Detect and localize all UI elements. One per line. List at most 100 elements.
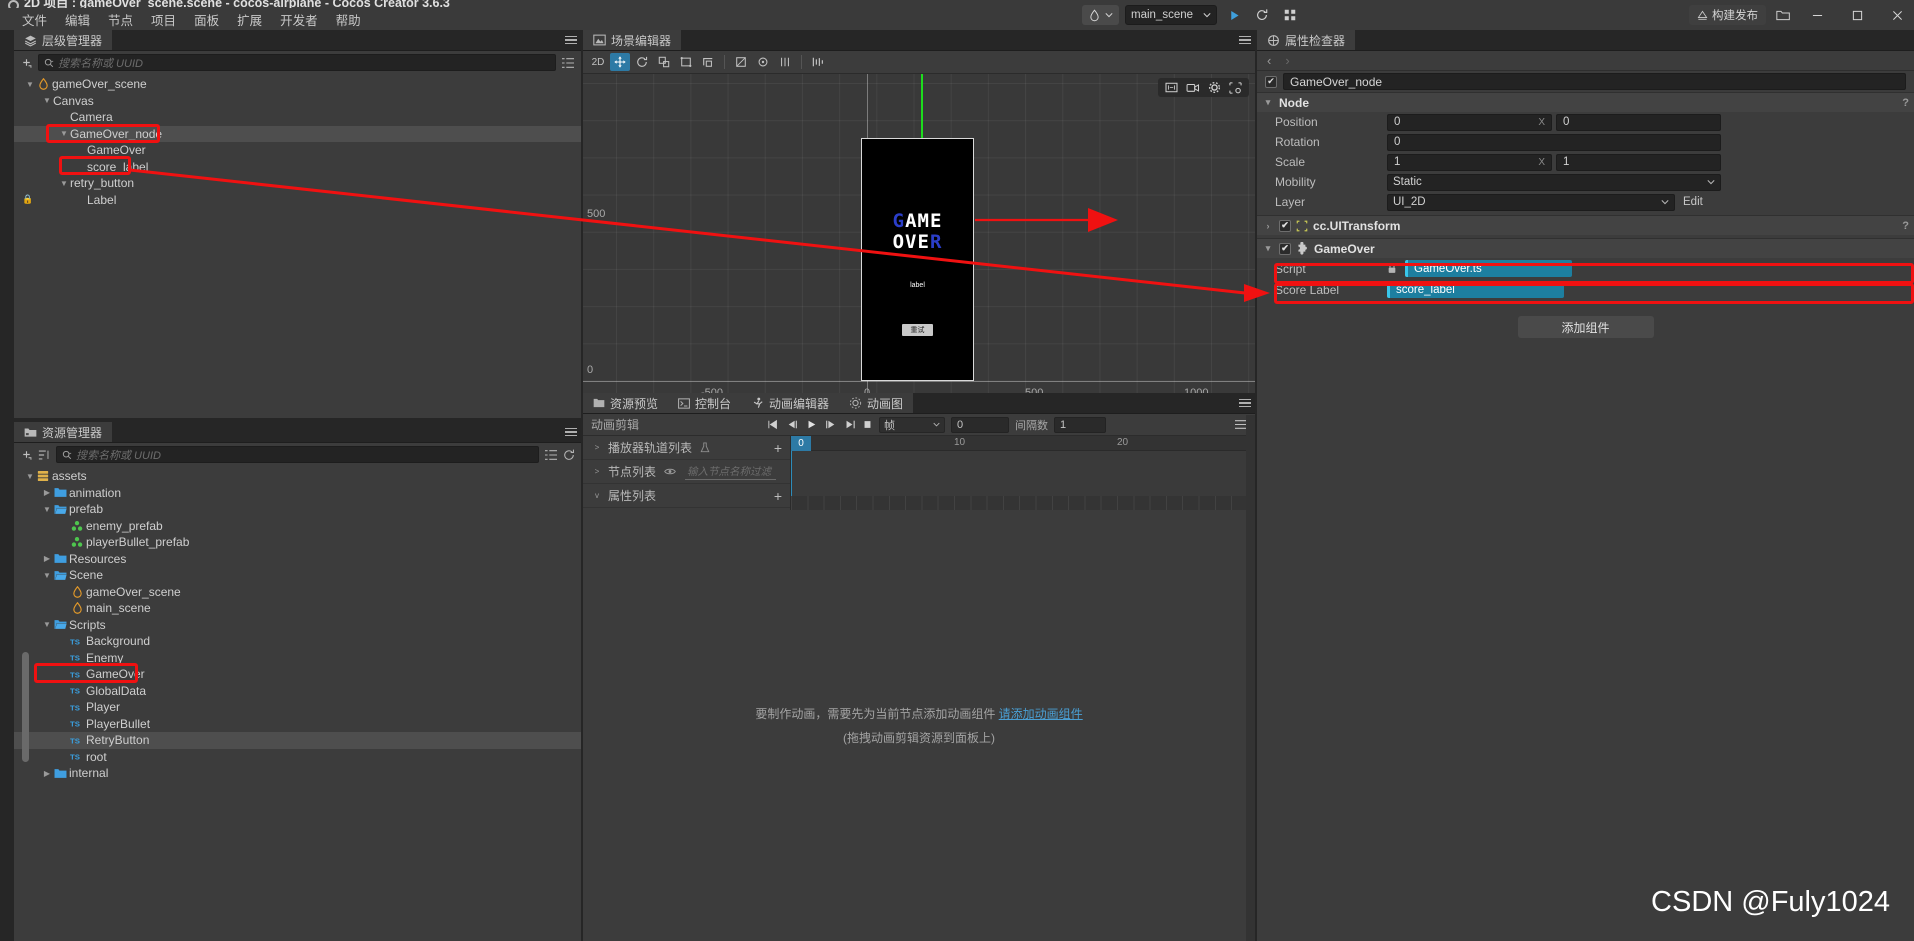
assets-search-input[interactable]: 搜索名称或 UUID [56,446,539,463]
scene-editor-menu-button[interactable] [1235,30,1255,50]
chevron-down-icon[interactable]: ▾ [1262,97,1274,108]
stop-icon[interactable] [862,419,873,430]
tab-hierarchy[interactable]: 层级管理器 [14,30,112,50]
scale-x-input[interactable]: 1 X [1387,154,1552,171]
scene-tool-rect[interactable] [676,53,696,71]
chevron-down-icon[interactable]: ▼ [41,505,53,514]
chevron-down-icon[interactable]: ▼ [24,80,36,89]
menu-item-help[interactable]: 帮助 [328,8,369,31]
chevron-right-icon[interactable]: ▶ [41,554,53,563]
chevron-right-icon[interactable]: ▶ [41,488,53,497]
assets-item-gameover[interactable]: TSGameOver [14,666,581,683]
inspector-forward-button[interactable]: › [1285,53,1289,68]
prev-frame-icon[interactable] [786,419,799,430]
help-icon[interactable]: ? [1902,220,1909,232]
menu-item-file[interactable]: 文件 [14,8,55,31]
timeline-ruler[interactable]: 0 10 20 [791,436,1255,451]
gameover-enabled-checkbox[interactable]: ✔ [1279,243,1291,255]
game-preview-frame[interactable]: GAME OVER label 重试 [861,138,974,381]
component-header-gameover[interactable]: ▾ ✔ GameOver [1257,238,1914,258]
menu-item-developer[interactable]: 开发者 [272,8,326,31]
assets-item-scripts[interactable]: ▼Scripts [14,617,581,634]
jump-end-icon[interactable] [843,419,856,430]
current-frame-input[interactable]: 0 [951,417,1009,433]
assets-item-playerbullet-prefab[interactable]: playerBullet_prefab [14,534,581,551]
play-button[interactable] [1223,4,1245,26]
mobility-select[interactable]: Static [1387,174,1721,191]
assets-sort-icon[interactable] [38,449,51,461]
assets-menu-button[interactable] [561,422,581,442]
refresh-button[interactable] [1251,4,1273,26]
node-filter-input[interactable]: 输入节点名称过滤 [685,464,776,480]
assets-item-enemy[interactable]: TSEnemy [14,650,581,667]
assets-tree[interactable]: ▼assets▶animation▼prefabenemy_prefabplay… [14,466,581,941]
scene-tool-rotate[interactable] [632,53,652,71]
hierarchy-item-score-label[interactable]: score_label [14,159,581,176]
layer-select[interactable]: UI_2D [1387,194,1675,211]
add-component-button[interactable]: 添加组件 [1518,316,1654,338]
chevron-right-icon[interactable]: > [591,467,603,476]
assets-item-globaldata[interactable]: TSGlobalData [14,683,581,700]
chevron-down-icon[interactable]: ▼ [41,96,53,105]
hierarchy-item-gameover-scene[interactable]: ▼gameOver_scene [14,76,581,93]
track-row-nodes[interactable]: > 节点列表 输入节点名称过滤 [583,460,790,484]
maximize-button[interactable] [1840,0,1874,30]
chevron-down-icon[interactable]: ▼ [24,472,36,481]
help-icon[interactable]: ? [1902,97,1909,109]
add-asset-icon[interactable] [20,448,33,461]
hierarchy-item-camera[interactable]: Camera [14,109,581,126]
eye-icon[interactable] [664,467,676,476]
jump-start-icon[interactable] [767,419,780,430]
menu-item-extension[interactable]: 扩展 [229,8,270,31]
bottom-panel-menu-button[interactable] [1235,393,1255,413]
tab-inspector[interactable]: 属性检查器 [1257,30,1355,50]
assets-expand-icon[interactable] [544,449,558,461]
menu-item-panel[interactable]: 面板 [186,8,227,31]
node-name-input[interactable]: GameOver_node [1283,73,1906,90]
scene-tool-pivot[interactable] [698,53,718,71]
tab-animation-editor[interactable]: 动画编辑器 [741,393,839,413]
assets-item-gameover-scene[interactable]: gameOver_scene [14,584,581,601]
gear-icon[interactable] [1208,81,1221,94]
scene-viewport[interactable]: 500 0 -500 0 500 1000 GAME OVER label 重试 [583,74,1255,393]
minimize-button[interactable] [1800,0,1834,30]
hierarchy-item-label[interactable]: Label🔒 [14,192,581,209]
camera-icon[interactable] [1186,82,1200,93]
scene-tool-snap[interactable] [775,53,795,71]
tab-console[interactable]: 控制台 [668,393,741,413]
menu-item-project[interactable]: 项目 [143,8,184,31]
build-publish-button[interactable]: 构建发布 [1689,5,1766,25]
position-x-input[interactable]: 0 X [1387,114,1552,131]
assets-item-scene[interactable]: ▼Scene [14,567,581,584]
retry-button-preview[interactable]: 重试 [902,324,933,336]
assets-item-assets[interactable]: ▼assets [14,468,581,485]
tab-asset-preview[interactable]: 资源预览 [583,393,668,413]
assets-refresh-icon[interactable] [563,449,575,461]
chevron-right-icon[interactable]: ▶ [41,769,53,778]
close-button[interactable] [1880,0,1914,30]
hierarchy-search-input[interactable]: 搜索名称或 UUID [38,54,556,71]
score-label-ref-field[interactable]: score_label [1387,281,1564,298]
assets-item-prefab[interactable]: ▼prefab [14,501,581,518]
scale-y-input[interactable]: 1 [1556,154,1721,171]
tab-scene-editor[interactable]: 场景编辑器 [583,30,681,50]
hierarchy-item-gameover[interactable]: GameOver [14,142,581,159]
add-track-button[interactable]: + [774,441,782,455]
assets-scrollbar[interactable] [22,652,29,762]
assets-item-main-scene[interactable]: main_scene [14,600,581,617]
bottom-panel-scrollbar-track[interactable] [1246,415,1255,941]
position-y-input[interactable]: 0 [1556,114,1721,131]
open-folder-button[interactable] [1772,4,1794,26]
chevron-right-icon[interactable]: › [1262,221,1274,231]
scene-tool-2d[interactable]: 2D [588,53,608,71]
hierarchy-item-canvas[interactable]: ▼Canvas [14,93,581,110]
add-node-icon[interactable] [20,56,33,69]
inspector-back-button[interactable]: ‹ [1267,53,1271,68]
assets-item-retrybutton[interactable]: TSRetryButton [14,732,581,749]
play-icon[interactable] [805,419,818,430]
assets-item-background[interactable]: TSBackground [14,633,581,650]
scene-tool-scale[interactable] [654,53,674,71]
tab-assets[interactable]: 资源管理器 [14,422,112,442]
hierarchy-item-gameover-node[interactable]: ▼GameOver_node [14,126,581,143]
assets-item-root[interactable]: TSroot [14,749,581,766]
